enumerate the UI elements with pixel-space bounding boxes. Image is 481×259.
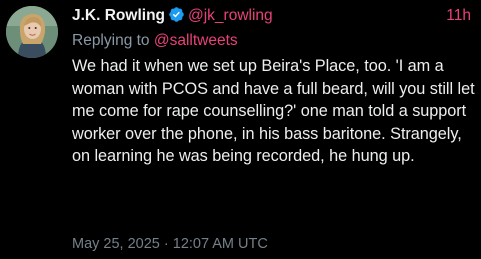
reply-handle-link[interactable]: @salltweets bbox=[154, 32, 238, 49]
author-display-name[interactable]: J.K. Rowling bbox=[72, 7, 165, 24]
avatar[interactable] bbox=[6, 6, 58, 58]
tweet-timestamp[interactable]: May 25, 2025 · 12:07 AM UTC bbox=[72, 235, 268, 253]
profile-photo bbox=[6, 6, 58, 58]
tweet-card: J.K. Rowling @jk_rowling 11h Replying to … bbox=[0, 0, 481, 259]
tweet-text: We had it when we set up Beira's Place, … bbox=[72, 57, 475, 166]
relative-time[interactable]: 11h bbox=[446, 6, 471, 26]
verified-badge-icon bbox=[169, 7, 184, 22]
reply-prefix: Replying to bbox=[72, 32, 154, 49]
tweet-header: J.K. Rowling @jk_rowling 11h bbox=[72, 6, 471, 26]
author-handle[interactable]: @jk_rowling bbox=[188, 7, 273, 24]
reply-context: Replying to @salltweets bbox=[72, 31, 238, 51]
